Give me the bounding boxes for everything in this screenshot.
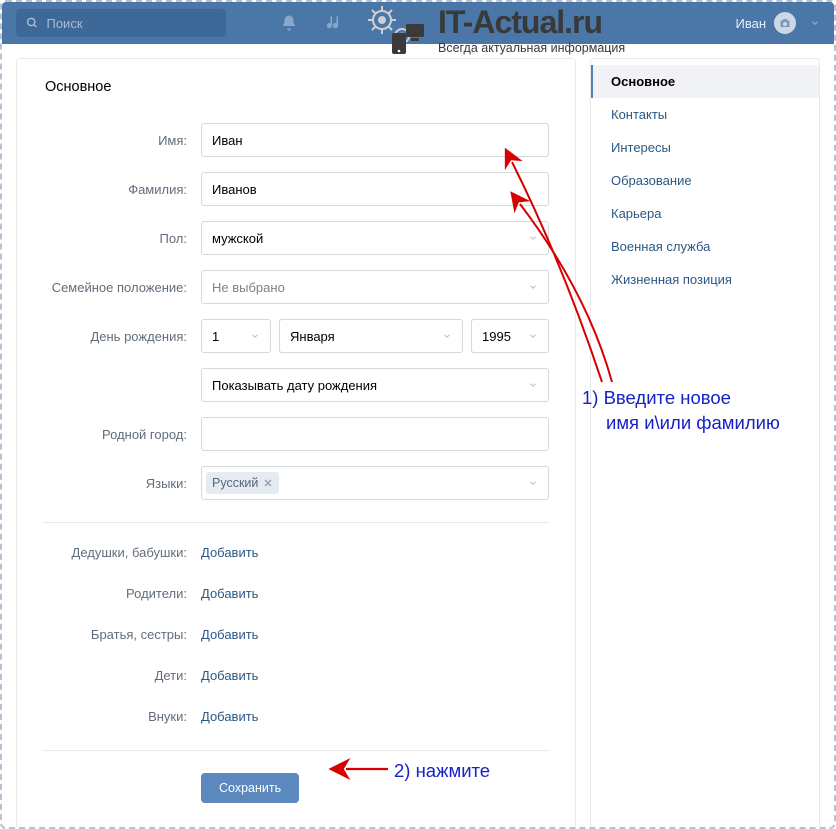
add-siblings-link[interactable]: Добавить — [201, 627, 258, 642]
label-grandparents: Дедушки, бабушки: — [43, 545, 201, 560]
chevron-down-icon — [528, 233, 538, 243]
birth-visibility-select[interactable]: Показывать дату рождения — [201, 368, 549, 402]
divider — [43, 522, 549, 523]
label-hometown: Родной город: — [43, 427, 201, 442]
watermark: IT-Actual.ru Всегда актуальная информаци… — [362, 2, 625, 56]
birth-month-select[interactable]: Января — [279, 319, 463, 353]
sidebar-item-career[interactable]: Карьера — [591, 197, 819, 230]
chevron-down-icon — [528, 478, 538, 488]
user-menu[interactable]: Иван — [735, 12, 820, 34]
search-wrap[interactable] — [16, 9, 226, 37]
marital-select[interactable]: Не выбрано — [201, 270, 549, 304]
add-grandparents-link[interactable]: Добавить — [201, 545, 258, 560]
language-tag-label: Русский — [212, 476, 258, 490]
sidebar-item-military[interactable]: Военная служба — [591, 230, 819, 263]
sidebar: Основное Контакты Интересы Образование К… — [590, 58, 820, 829]
label-surname: Фамилия: — [43, 182, 201, 197]
chevron-down-icon — [528, 331, 538, 341]
chevron-down-icon — [250, 331, 260, 341]
top-icons — [280, 14, 344, 32]
save-button[interactable]: Сохранить — [201, 773, 299, 803]
label-siblings: Братья, сестры: — [43, 627, 201, 642]
main-panel: Основное Имя: Фамилия: Пол: мужской — [16, 58, 576, 829]
label-children: Дети: — [43, 668, 201, 683]
chevron-down-icon — [442, 331, 452, 341]
add-parents-link[interactable]: Добавить — [201, 586, 258, 601]
chevron-down-icon — [810, 18, 820, 28]
gender-select-value: мужской — [212, 231, 263, 246]
birth-visibility-value: Показывать дату рождения — [212, 378, 377, 393]
watermark-title: IT-Actual.ru — [438, 4, 625, 41]
birth-year-value: 1995 — [482, 329, 511, 344]
birth-day-select[interactable]: 1 — [201, 319, 271, 353]
birth-year-select[interactable]: 1995 — [471, 319, 549, 353]
divider — [43, 750, 549, 751]
sidebar-item-contacts[interactable]: Контакты — [591, 98, 819, 131]
label-marital: Семейное положение: — [43, 280, 201, 295]
chevron-down-icon — [528, 380, 538, 390]
language-tag-remove[interactable]: ✕ — [263, 477, 272, 490]
gear-icon — [362, 2, 434, 56]
music-icon[interactable] — [326, 14, 344, 32]
label-name: Имя: — [43, 133, 201, 148]
label-languages: Языки: — [43, 476, 201, 491]
sidebar-item-education[interactable]: Образование — [591, 164, 819, 197]
birth-month-value: Января — [290, 329, 335, 344]
label-grandchildren: Внуки: — [43, 709, 201, 724]
avatar — [774, 12, 796, 34]
search-icon — [26, 16, 38, 30]
add-grandchildren-link[interactable]: Добавить — [201, 709, 258, 724]
surname-input[interactable] — [201, 172, 549, 206]
chevron-down-icon — [528, 282, 538, 292]
label-gender: Пол: — [43, 231, 201, 246]
label-parents: Родители: — [43, 586, 201, 601]
language-tag: Русский ✕ — [206, 472, 279, 494]
languages-select[interactable]: Русский ✕ — [201, 466, 549, 500]
camera-icon — [779, 17, 791, 29]
bell-icon[interactable] — [280, 14, 298, 32]
user-name: Иван — [735, 16, 766, 31]
add-children-link[interactable]: Добавить — [201, 668, 258, 683]
search-input[interactable] — [46, 16, 216, 31]
label-birthday: День рождения: — [43, 329, 201, 344]
name-input[interactable] — [201, 123, 549, 157]
sidebar-item-life[interactable]: Жизненная позиция — [591, 263, 819, 296]
section-title: Основное — [43, 79, 549, 95]
hometown-input[interactable] — [201, 417, 549, 451]
sidebar-item-interests[interactable]: Интересы — [591, 131, 819, 164]
marital-select-value: Не выбрано — [212, 280, 285, 295]
sidebar-item-basic[interactable]: Основное — [591, 65, 819, 98]
watermark-subtitle: Всегда актуальная информация — [438, 41, 625, 55]
birth-day-value: 1 — [212, 329, 219, 344]
gender-select[interactable]: мужской — [201, 221, 549, 255]
